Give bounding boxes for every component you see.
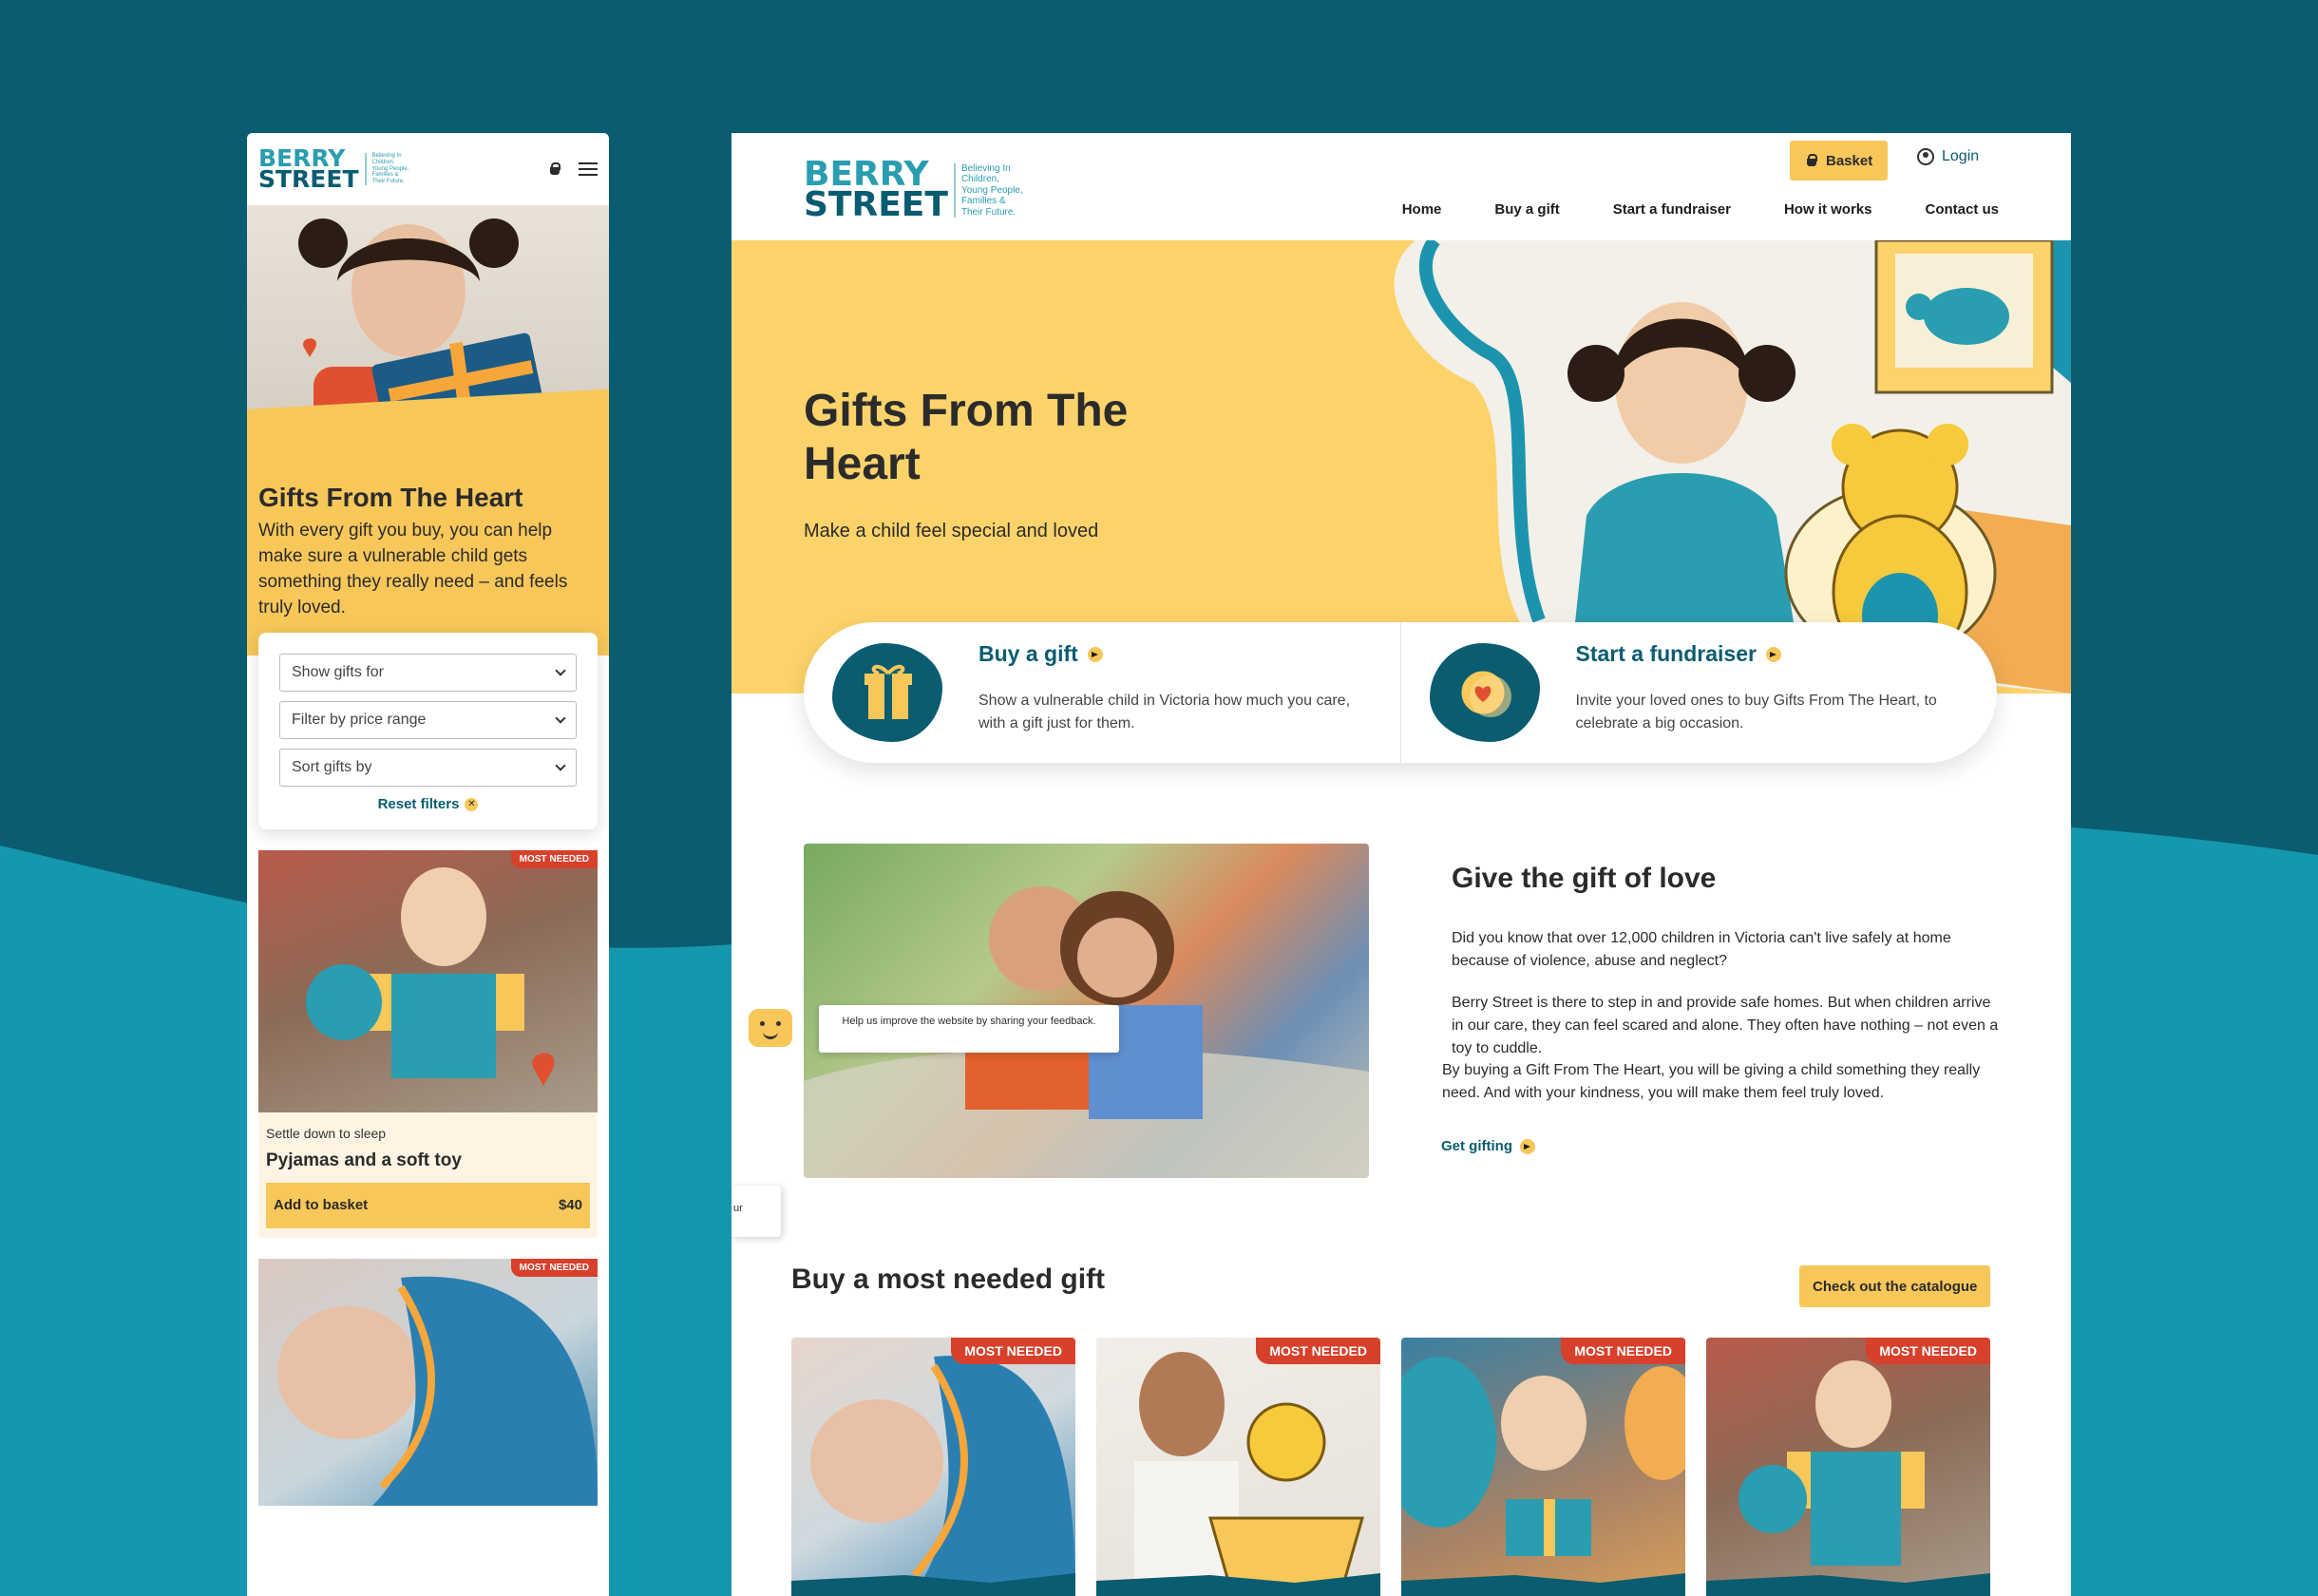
section-title: Buy a most needed gift — [791, 1264, 1106, 1295]
most-needed-badge: MOST NEEDED — [1561, 1338, 1685, 1364]
sort-select[interactable]: Sort gifts by — [279, 748, 577, 787]
menu-icon[interactable] — [579, 162, 598, 176]
product-image: MOST NEEDED — [258, 1258, 598, 1506]
page-title: Gifts From The Heart — [804, 386, 1129, 490]
price-range-select[interactable]: Filter by price range — [279, 700, 577, 739]
gift-card[interactable]: MOST NEEDED — [1706, 1338, 1990, 1596]
show-gifts-for-select[interactable]: Show gifts for — [279, 653, 577, 692]
logo-line2: STREET — [258, 165, 359, 193]
get-gifting-link[interactable]: Get gifting — [1441, 1138, 1535, 1154]
close-icon: ✕ — [465, 797, 479, 811]
filter-panel: Show gifts for Filter by price range Sor… — [258, 632, 598, 829]
check-catalogue-button[interactable]: Check out the catalogue — [1799, 1265, 1991, 1307]
product-card[interactable]: MOST NEEDED — [258, 1258, 598, 1506]
nav-how-it-works[interactable]: How it works — [1784, 201, 1872, 218]
heart-coin-icon — [1429, 643, 1540, 742]
mobile-header-icons — [548, 162, 598, 176]
logo-tagline: Believing In Children, Young People, Fam… — [953, 162, 1023, 218]
gift-icon — [832, 643, 942, 742]
nav-contact-us[interactable]: Contact us — [1925, 201, 1999, 218]
chevron-down-icon — [555, 665, 566, 676]
add-to-basket-button[interactable]: Add to basket $40 — [266, 1182, 590, 1228]
feedback-smiley-icon[interactable] — [749, 1009, 792, 1047]
gift-card[interactable]: MOST NEEDED — [1096, 1338, 1380, 1596]
nav-start-a-fundraiser[interactable]: Start a fundraiser — [1613, 201, 1731, 218]
logo-line2: STREET — [804, 185, 948, 225]
main-nav: Home Buy a gift Start a fundraiser How i… — [1402, 201, 1999, 218]
cta-buy-a-gift[interactable]: Buy a gift Show a vulnerable child in Vi… — [804, 622, 1400, 763]
most-needed-badge: MOST NEEDED — [951, 1338, 1075, 1364]
basket-icon[interactable] — [548, 162, 561, 176]
product-category: Settle down to sleep — [266, 1125, 387, 1141]
basket-button[interactable]: Basket — [1790, 141, 1889, 180]
desktop-header: BERRY STREET Believing In Children, Youn… — [732, 133, 2071, 240]
most-needed-badge: MOST NEEDED — [1256, 1338, 1380, 1364]
logo-tagline: Believing In Children, Young People, Fam… — [364, 152, 408, 186]
most-needed-badge: MOST NEEDED — [1866, 1338, 1990, 1364]
feedback-tooltip: Help us improve the website by sharing y… — [819, 1005, 1119, 1053]
mobile-header: BERRY STREET Believing In Children, Youn… — [247, 133, 609, 205]
gift-card[interactable]: MOST NEEDED — [1401, 1338, 1685, 1596]
user-icon — [1917, 148, 1934, 165]
most-needed-badge: MOST NEEDED — [510, 849, 598, 868]
arrow-right-icon — [1765, 646, 1781, 662]
login-link[interactable]: Login — [1917, 148, 1979, 165]
love-paragraph: Did you know that over 12,000 children i… — [1452, 930, 1951, 969]
mobile-hero-text: Gifts From The Heart With every gift you… — [247, 462, 609, 656]
logo[interactable]: BERRY STREET Believing In Children, Youn… — [258, 146, 408, 193]
gift-card[interactable]: MOST NEEDED — [791, 1338, 1075, 1596]
nav-home[interactable]: Home — [1402, 201, 1442, 218]
feedback-side-tab[interactable]: ur — [732, 1186, 781, 1237]
love-paragraph: Berry Street is there to step in and pro… — [1452, 995, 1999, 1056]
reset-filters-button[interactable]: Reset filters ✕ — [279, 796, 577, 812]
mobile-hero-image — [247, 205, 609, 462]
hero-description: With every gift you buy, you can help ma… — [258, 521, 568, 618]
most-needed-badge: MOST NEEDED — [510, 1258, 598, 1277]
section-title: Give the gift of love — [1452, 863, 1717, 894]
desktop-view: BERRY STREET Believing In Children, Youn… — [732, 133, 2071, 1596]
product-title: Pyjamas and a soft toy — [266, 1150, 462, 1170]
page-title: Gifts From The Heart — [258, 483, 523, 512]
arrow-right-icon — [1087, 646, 1103, 662]
arrow-right-icon — [1520, 1138, 1535, 1154]
product-card[interactable]: MOST NEEDED Settle down to sleep Pyjamas… — [258, 849, 598, 1238]
basket-icon — [1805, 154, 1818, 167]
product-image: MOST NEEDED — [258, 849, 598, 1112]
logo[interactable]: BERRY STREET Believing In Children, Youn… — [804, 157, 1023, 225]
product-price: $40 — [558, 1197, 582, 1214]
mobile-view: BERRY STREET Believing In Children, Youn… — [247, 133, 609, 1596]
cta-start-a-fundraiser[interactable]: Start a fundraiser Invite your loved one… — [1399, 622, 1998, 763]
chevron-down-icon — [555, 760, 566, 771]
hero-subtitle: Make a child feel special and loved — [804, 521, 1099, 542]
chevron-down-icon — [555, 712, 566, 724]
love-paragraph: By buying a Gift From The Heart, you wil… — [1442, 1062, 1981, 1101]
cta-panel: Buy a gift Show a vulnerable child in Vi… — [804, 622, 1997, 763]
nav-buy-a-gift[interactable]: Buy a gift — [1494, 201, 1559, 218]
